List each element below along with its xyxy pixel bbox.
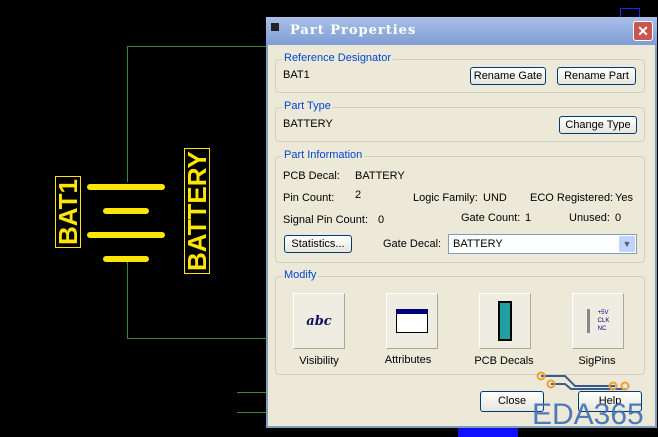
rename-gate-button[interactable]: Rename Gate (470, 67, 546, 85)
battery-plate (103, 208, 149, 214)
gate-decal-value: BATTERY (453, 238, 503, 250)
watermark: EDA365 (532, 398, 644, 431)
battery-plate (103, 256, 149, 262)
pcb-decal-value: BATTERY (355, 170, 405, 182)
statistics-button[interactable]: Statistics... (284, 235, 352, 253)
app-icon (271, 23, 279, 31)
gate-decal-label: Gate Decal: (383, 238, 442, 250)
attributes-button[interactable] (386, 293, 438, 349)
schematic-ref-label[interactable]: BAT1 (53, 176, 83, 248)
abc-visibility-icon: abc (306, 313, 332, 329)
pcb-decal-chip-icon (498, 301, 512, 341)
pcb-decals-button[interactable] (479, 293, 531, 349)
visibility-button[interactable]: abc (293, 293, 345, 349)
attributes-icon (396, 309, 428, 333)
logic-family-value: UND (483, 192, 507, 204)
battery-plate (87, 184, 165, 190)
eco-value: Yes (615, 192, 633, 204)
close-icon[interactable]: ✕ (633, 21, 653, 41)
gate-count-value: 1 (525, 212, 532, 224)
group-legend: Modify (282, 269, 319, 281)
gate-decal-select[interactable]: BATTERY ▼ (448, 234, 637, 254)
pcb-decal-label: PCB Decal: (283, 170, 340, 182)
sigpins-icon: +5V CLK NC (586, 309, 610, 333)
eco-label: ECO Registered: (530, 192, 614, 204)
sig-label: NC (597, 326, 607, 332)
pin-count-label: Pin Count: (283, 192, 335, 204)
sig-label: +5V (597, 310, 609, 316)
battery-plate (87, 232, 165, 238)
pcb-decals-label: PCB Decals (474, 355, 534, 367)
visibility-label: Visibility (299, 355, 339, 367)
change-type-button[interactable]: Change Type (559, 116, 637, 134)
logic-family-label: Logic Family: (413, 192, 478, 204)
pin-count-value: 2 (355, 189, 362, 201)
sig-label: CLK (597, 318, 610, 324)
dialog-title: Part Properties (290, 23, 417, 38)
title-bar[interactable]: Part Properties ✕ (266, 17, 657, 45)
part-type-value: BATTERY (283, 118, 333, 130)
unused-value: 0 (615, 212, 622, 224)
sigpins-button[interactable]: +5V CLK NC (572, 293, 624, 349)
sigpins-label: SigPins (578, 355, 616, 367)
unused-label: Unused: (569, 212, 610, 224)
watermark-traces (536, 371, 630, 391)
gate-count-label: Gate Count: (461, 212, 521, 224)
group-legend: Part Information (282, 149, 365, 161)
attributes-label: Attributes (384, 354, 432, 366)
reference-value: BAT1 (283, 69, 310, 81)
chevron-down-icon[interactable]: ▼ (619, 236, 635, 252)
group-legend: Reference Designator (282, 52, 394, 64)
signal-pin-label: Signal Pin Count: (283, 214, 368, 226)
schematic-value-label[interactable]: BATTERY (182, 148, 212, 274)
rename-part-button[interactable]: Rename Part (557, 67, 636, 85)
signal-pin-value: 0 (378, 214, 385, 226)
group-legend: Part Type (282, 100, 333, 112)
